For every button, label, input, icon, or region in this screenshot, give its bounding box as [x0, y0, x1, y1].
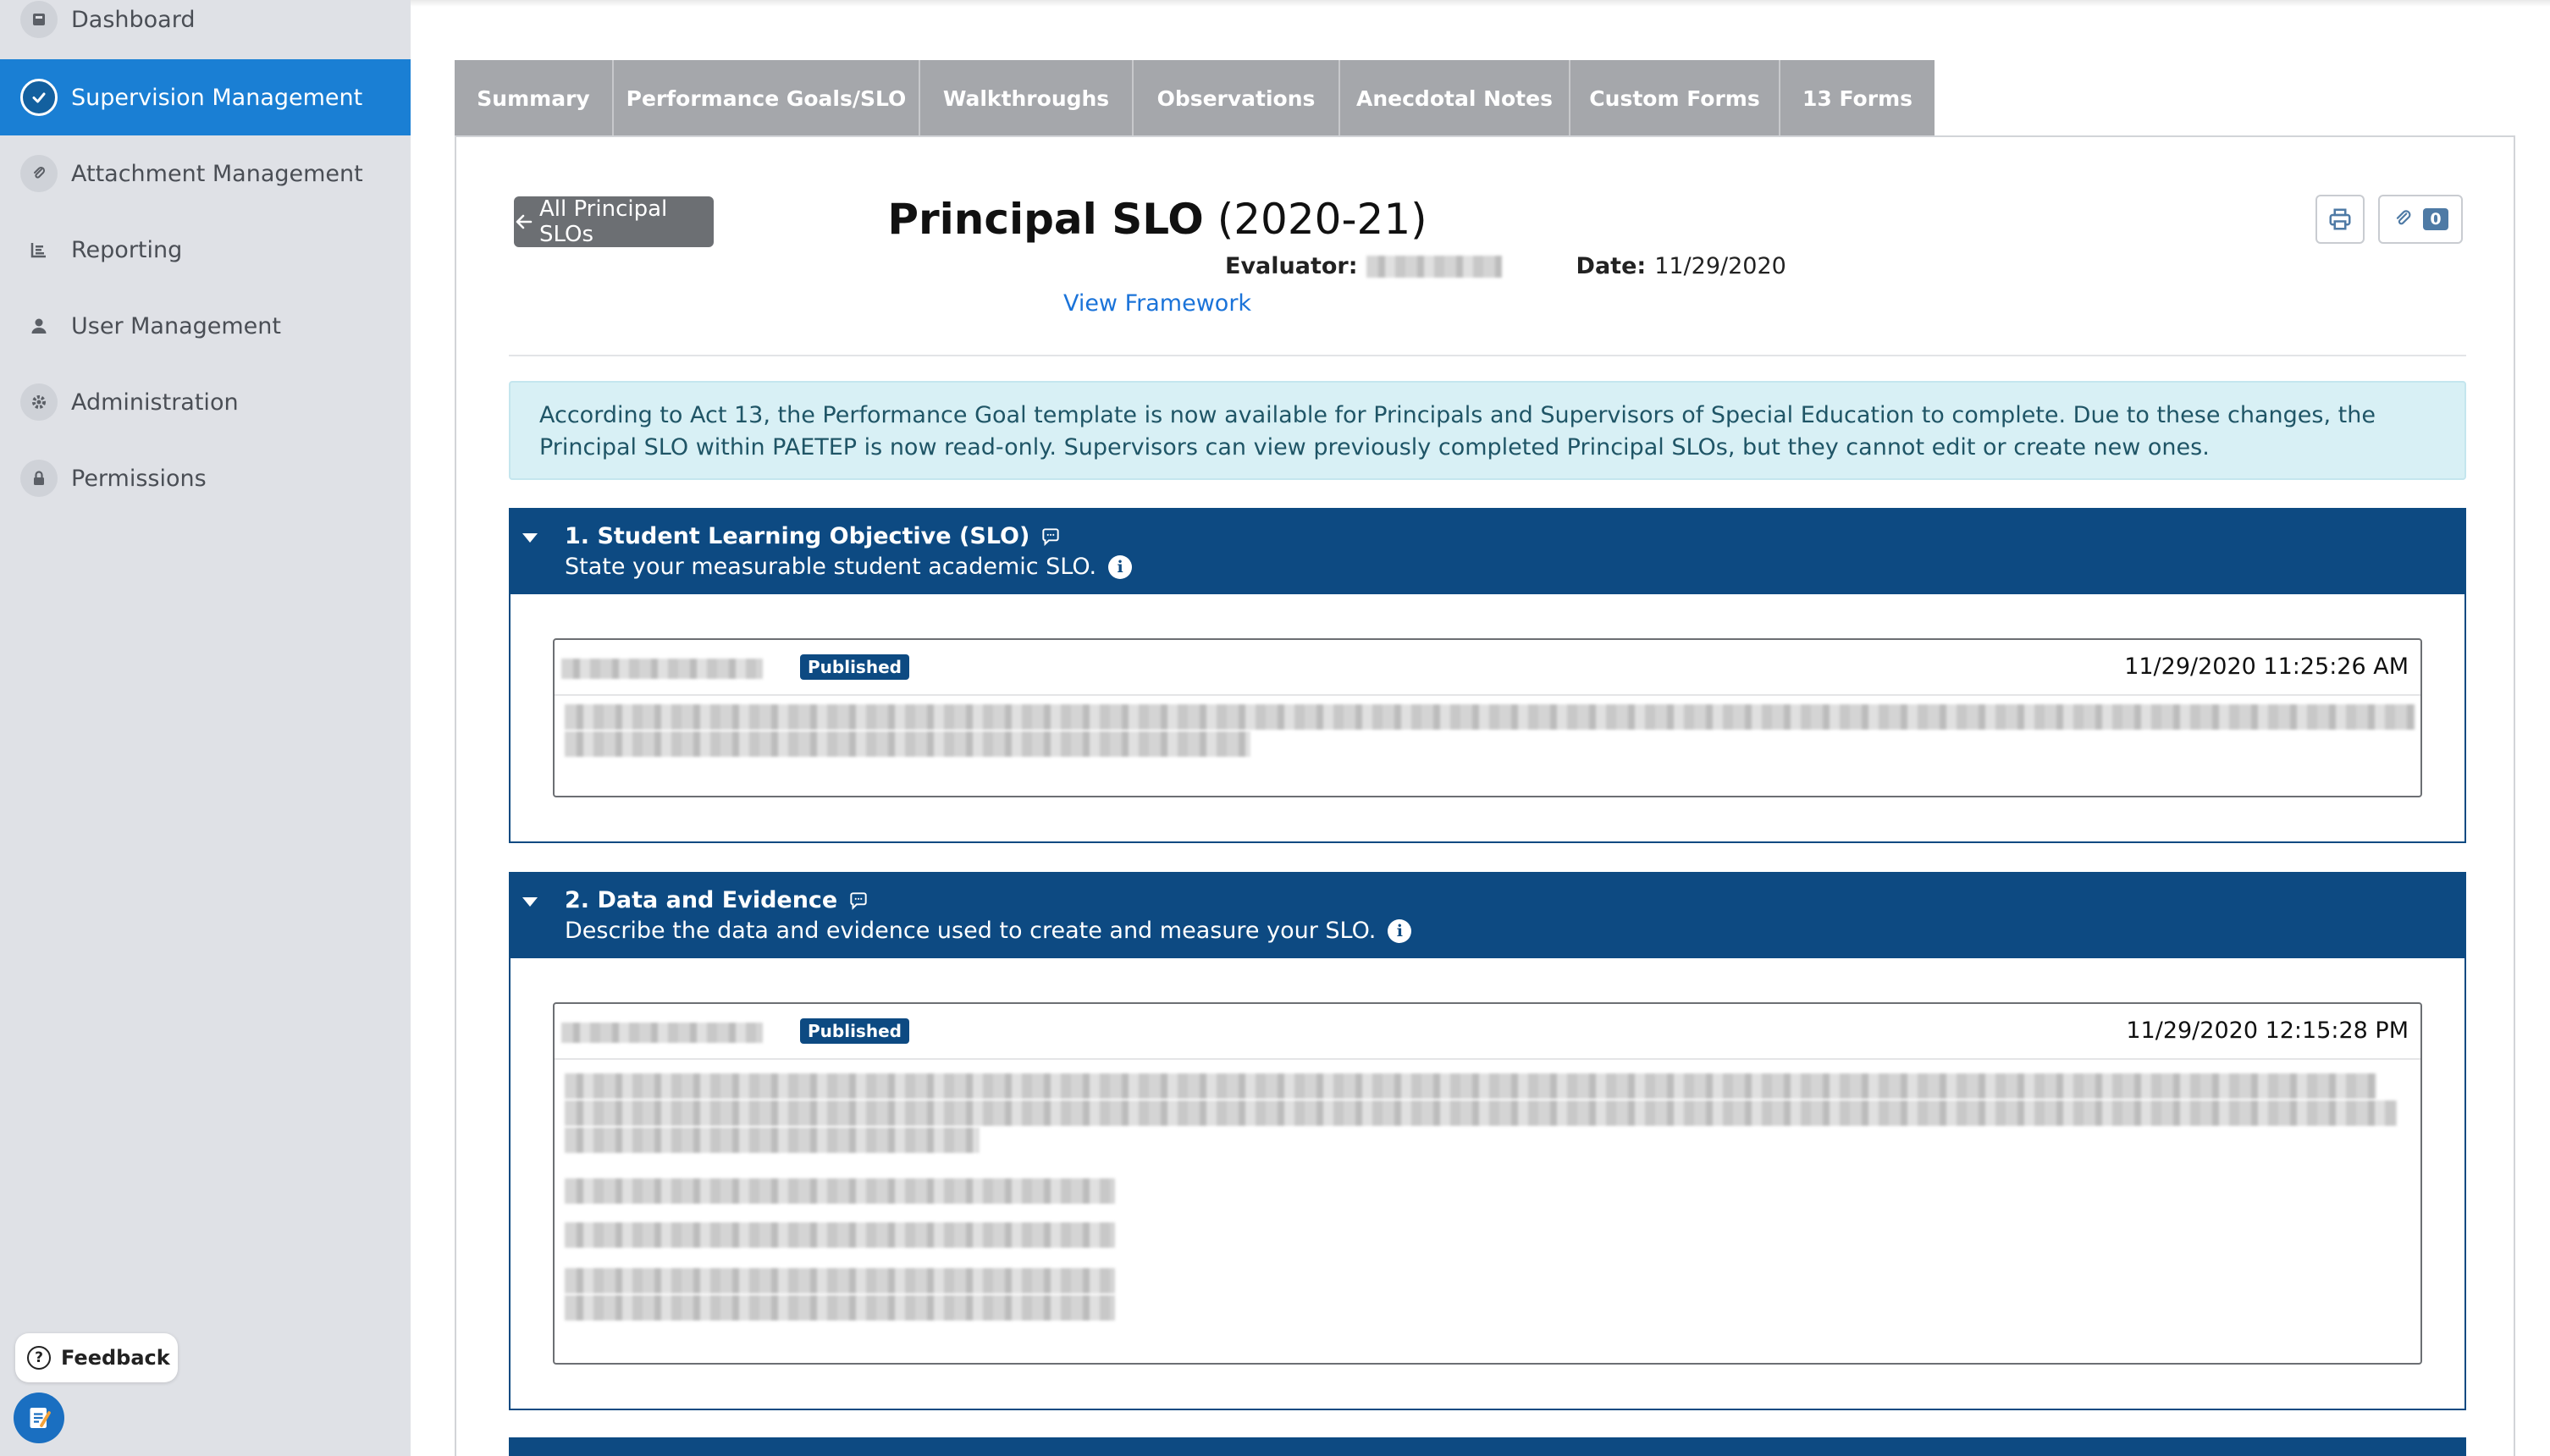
- view-framework-link[interactable]: View Framework: [456, 290, 1858, 317]
- tab-walkthroughs[interactable]: Walkthroughs: [920, 60, 1134, 136]
- sidebar-item-attachment-management[interactable]: Attachment Management: [0, 135, 411, 212]
- section-next-collapsed: [509, 1437, 2466, 1456]
- main-panel: All Principal SLOs Principal SLO (2020-2…: [455, 135, 2515, 1456]
- entry-header: Published 11/29/2020 12:15:28 PM: [555, 1004, 2420, 1060]
- response-entry: Published 11/29/2020 12:15:28 PM: [553, 1002, 2422, 1365]
- tab-bar: Summary Performance Goals/SLO Walkthroug…: [455, 60, 1935, 136]
- author-name-redacted: [561, 1023, 763, 1043]
- gear-icon: [20, 383, 58, 421]
- comment-icon[interactable]: [847, 890, 869, 912]
- section-subtitle-text: Describe the data and evidence used to c…: [565, 918, 1377, 944]
- response-text-redacted: [565, 1178, 1115, 1204]
- sidebar-item-label: Administration: [71, 389, 239, 416]
- evaluator-label: Evaluator:: [1225, 253, 1358, 279]
- question-icon: ?: [27, 1346, 51, 1370]
- page-title-text: Principal SLO: [887, 195, 1204, 244]
- response-text-redacted: [565, 1295, 1115, 1321]
- sidebar-item-label: Permissions: [71, 465, 207, 492]
- section-title: 1. Student Learning Objective (SLO): [565, 523, 1062, 549]
- read-only-notice: According to Act 13, the Performance Goa…: [509, 381, 2466, 480]
- notepad-helper-icon[interactable]: [14, 1393, 64, 1443]
- header-divider: [509, 355, 2466, 356]
- response-text-redacted: [565, 1100, 2397, 1126]
- info-icon[interactable]: i: [1108, 554, 1133, 579]
- section-subtitle: State your measurable student academic S…: [565, 554, 1133, 580]
- attachments-button[interactable]: 0: [2378, 195, 2463, 244]
- comment-icon[interactable]: [1040, 526, 1062, 548]
- section-title-text: 1. Student Learning Objective (SLO): [565, 523, 1030, 549]
- sidebar-item-label: User Management: [71, 312, 281, 339]
- report-icon: [20, 231, 58, 268]
- page-title-year: (2020-21): [1217, 195, 1427, 244]
- feedback-label: Feedback: [61, 1346, 170, 1370]
- response-text-redacted: [565, 704, 2415, 730]
- tab-performance-goals-slo[interactable]: Performance Goals/SLO: [614, 60, 920, 136]
- caret-down-icon[interactable]: [522, 897, 538, 907]
- printer-icon: [2329, 208, 2351, 230]
- date-label: Date:: [1576, 253, 1647, 279]
- attachment-count-badge: 0: [2423, 208, 2448, 230]
- sidebar-item-administration[interactable]: Administration: [0, 364, 411, 440]
- entry-timestamp: 11/29/2020 11:25:26 AM: [2124, 654, 2409, 680]
- print-button[interactable]: [2315, 195, 2365, 244]
- sidebar: Dashboard Supervision Management Attachm…: [0, 0, 411, 1456]
- response-entry: Published 11/29/2020 11:25:26 AM: [553, 638, 2422, 797]
- sidebar-item-dashboard[interactable]: Dashboard: [0, 0, 411, 58]
- info-icon[interactable]: i: [1388, 918, 1412, 943]
- tab-13-forms[interactable]: 13 Forms: [1780, 60, 1935, 136]
- section-student-learning-objective: 1. Student Learning Objective (SLO) Stat…: [509, 508, 2466, 843]
- section-data-and-evidence: 2. Data and Evidence Describe the data a…: [509, 872, 2466, 1410]
- status-badge: Published: [800, 1018, 909, 1044]
- entry-header: Published 11/29/2020 11:25:26 AM: [555, 640, 2420, 696]
- sidebar-item-supervision-management[interactable]: Supervision Management: [0, 59, 411, 135]
- tab-anecdotal-notes[interactable]: Anecdotal Notes: [1340, 60, 1570, 136]
- section-header[interactable]: 2. Data and Evidence Describe the data a…: [511, 874, 2464, 958]
- top-shade: [411, 0, 2550, 7]
- paperclip-icon: [20, 155, 58, 192]
- evaluator-name-redacted: [1366, 255, 1502, 278]
- page-title: Principal SLO (2020-21): [456, 195, 1858, 244]
- sidebar-item-reporting[interactable]: Reporting: [0, 212, 411, 288]
- section-title: 2. Data and Evidence: [565, 887, 869, 913]
- sidebar-item-label: Dashboard: [71, 6, 196, 33]
- sidebar-item-label: Attachment Management: [71, 160, 363, 187]
- user-icon: [20, 307, 58, 345]
- dashboard-icon: [20, 1, 58, 38]
- section-subtitle-text: State your measurable student academic S…: [565, 554, 1097, 580]
- sidebar-item-user-management[interactable]: User Management: [0, 288, 411, 364]
- lock-icon: [20, 460, 58, 497]
- response-text-redacted: [565, 1128, 980, 1153]
- sidebar-item-label: Reporting: [71, 236, 183, 263]
- author-name-redacted: [561, 659, 763, 679]
- response-text-redacted: [565, 1073, 2376, 1099]
- tab-custom-forms[interactable]: Custom Forms: [1570, 60, 1780, 136]
- sidebar-item-label: Supervision Management: [71, 84, 363, 111]
- response-text-redacted: [565, 1268, 1115, 1293]
- paperclip-icon: [2397, 210, 2411, 225]
- feedback-button[interactable]: ? Feedback: [15, 1333, 178, 1382]
- entry-timestamp: 11/29/2020 12:15:28 PM: [2126, 1018, 2409, 1044]
- sidebar-item-permissions[interactable]: Permissions: [0, 440, 411, 516]
- section-title-text: 2. Data and Evidence: [565, 887, 838, 913]
- section-subtitle: Describe the data and evidence used to c…: [565, 918, 1412, 944]
- response-text-redacted: [565, 1222, 1115, 1248]
- tab-observations[interactable]: Observations: [1134, 60, 1340, 136]
- section-header[interactable]: 1. Student Learning Objective (SLO) Stat…: [511, 510, 2464, 594]
- date-value: 11/29/2020: [1654, 253, 1786, 279]
- section-header[interactable]: [511, 1439, 2464, 1456]
- tab-summary[interactable]: Summary: [455, 60, 614, 136]
- check-circle-icon: [20, 79, 58, 116]
- caret-down-icon[interactable]: [522, 533, 538, 543]
- evaluation-meta: Evaluator: Date: 11/29/2020: [1225, 253, 1786, 279]
- response-text-redacted: [565, 731, 1250, 757]
- status-badge: Published: [800, 654, 909, 680]
